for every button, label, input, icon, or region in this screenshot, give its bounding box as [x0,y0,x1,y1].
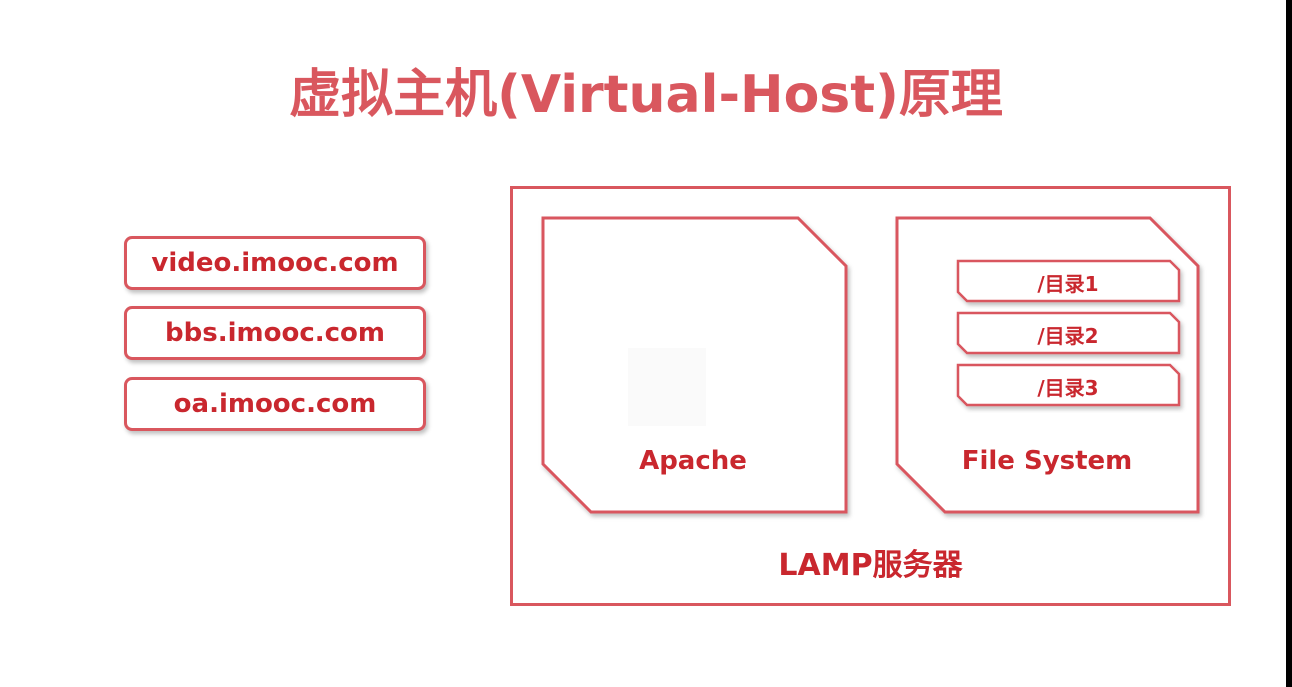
apache-label: Apache [639,446,747,476]
lamp-server-label: LAMP服务器 [778,548,963,583]
slide: 虚拟主机(Virtual-Host)原理 video.imooc.com bbs… [0,0,1292,687]
screen-edge [1286,0,1292,687]
directory-label-2: /目录2 [1037,324,1099,348]
apache-placeholder [628,348,706,426]
directory-label-3: /目录3 [1037,376,1099,400]
directory-label-1: /目录1 [1037,272,1099,296]
filesystem-label: File System [961,446,1133,476]
